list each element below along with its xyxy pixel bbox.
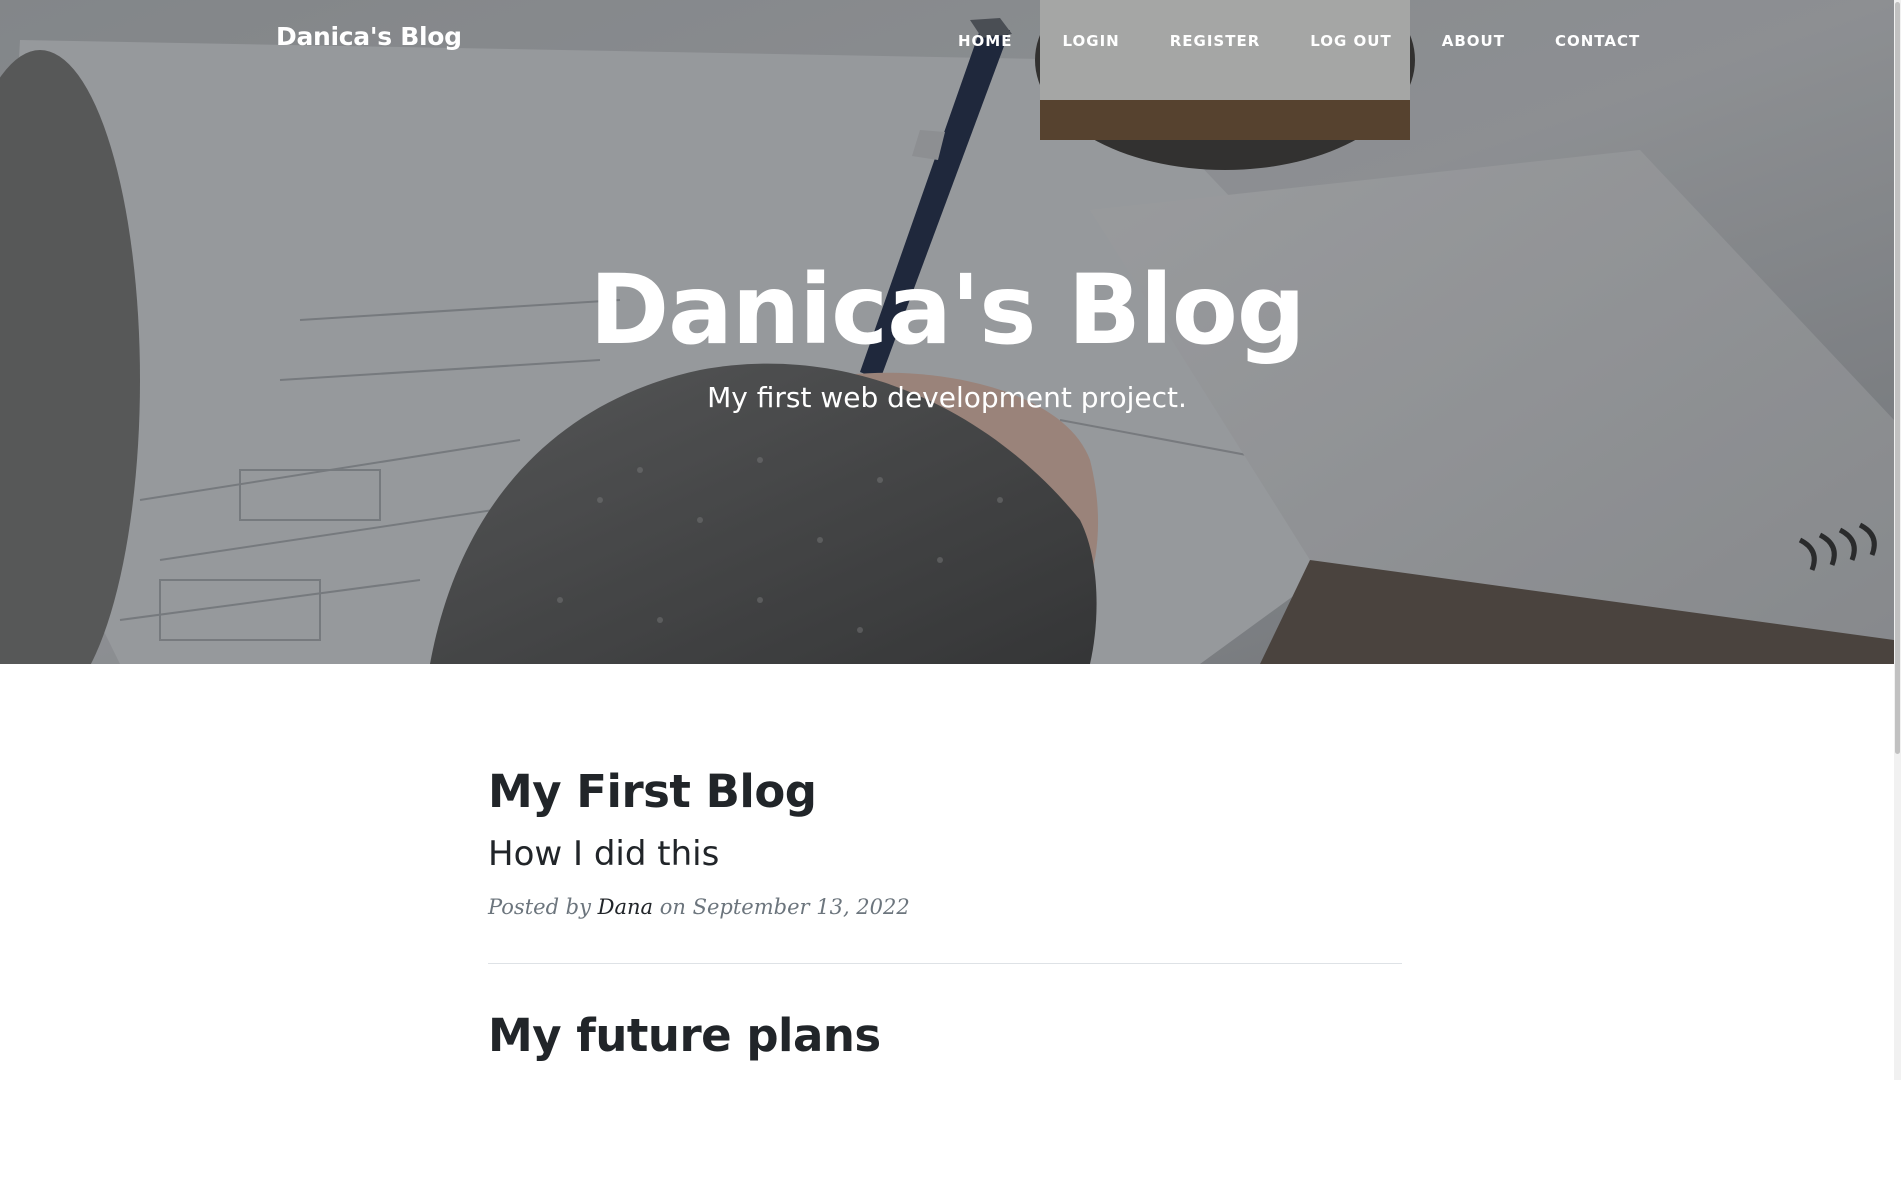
- post-preview: My future plans What next?: [488, 1000, 1402, 1080]
- hero-subtitle: My first web development project.: [707, 381, 1187, 414]
- nav-link-login[interactable]: LOGIN: [1062, 30, 1119, 52]
- post-divider: [488, 963, 1402, 964]
- nav-link-home[interactable]: HOME: [958, 30, 1012, 52]
- post-meta-prefix: Posted by: [488, 895, 598, 919]
- post-meta-date: on September 13, 2022: [653, 895, 910, 919]
- browser-viewport: Danica's Blog HOME LOGIN REGISTER LOG OU…: [0, 0, 1901, 1080]
- main-navigation: HOME LOGIN REGISTER LOG OUT ABOUT CONTAC…: [958, 30, 1640, 52]
- nav-link-contact[interactable]: CONTACT: [1555, 30, 1640, 52]
- post-meta: Posted by Dana on September 13, 2022: [488, 892, 1402, 922]
- nav-link-log-out[interactable]: LOG OUT: [1310, 30, 1391, 52]
- page-scrollbar[interactable]: [1894, 0, 1901, 1080]
- post-author-link[interactable]: Dana: [598, 895, 653, 919]
- post-subtitle-link[interactable]: How I did this: [488, 828, 1402, 880]
- page-header-hero: Danica's Blog HOME LOGIN REGISTER LOG OU…: [0, 0, 1894, 664]
- scrollbar-thumb[interactable]: [1895, 2, 1900, 754]
- nav-link-about[interactable]: ABOUT: [1442, 30, 1505, 52]
- post-title-link[interactable]: My future plans: [488, 1000, 1402, 1072]
- post-list: My First Blog How I did this Posted by D…: [488, 756, 1402, 1080]
- brand-logo-link[interactable]: Danica's Blog: [276, 22, 462, 51]
- post-preview: My First Blog How I did this Posted by D…: [488, 756, 1402, 922]
- nav-link-register[interactable]: REGISTER: [1170, 30, 1261, 52]
- hero-title: Danica's Blog: [589, 254, 1305, 366]
- post-title-link[interactable]: My First Blog: [488, 756, 1402, 828]
- post-subtitle-link[interactable]: What next?: [488, 1072, 1402, 1080]
